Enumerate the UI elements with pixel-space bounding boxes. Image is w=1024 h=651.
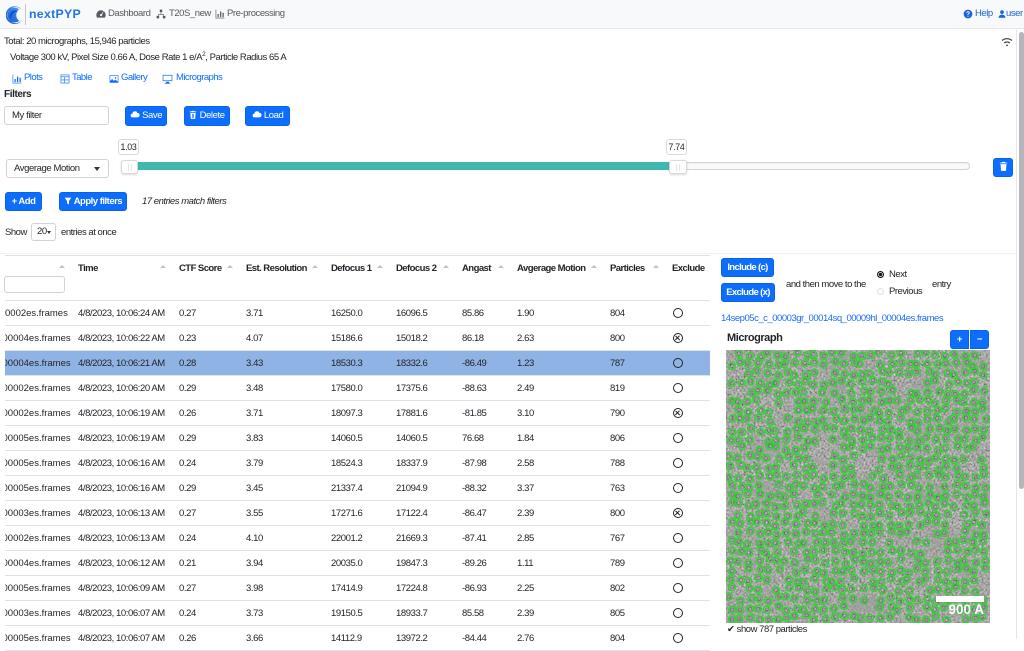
svg-text:900 A: 900 A <box>948 602 984 617</box>
